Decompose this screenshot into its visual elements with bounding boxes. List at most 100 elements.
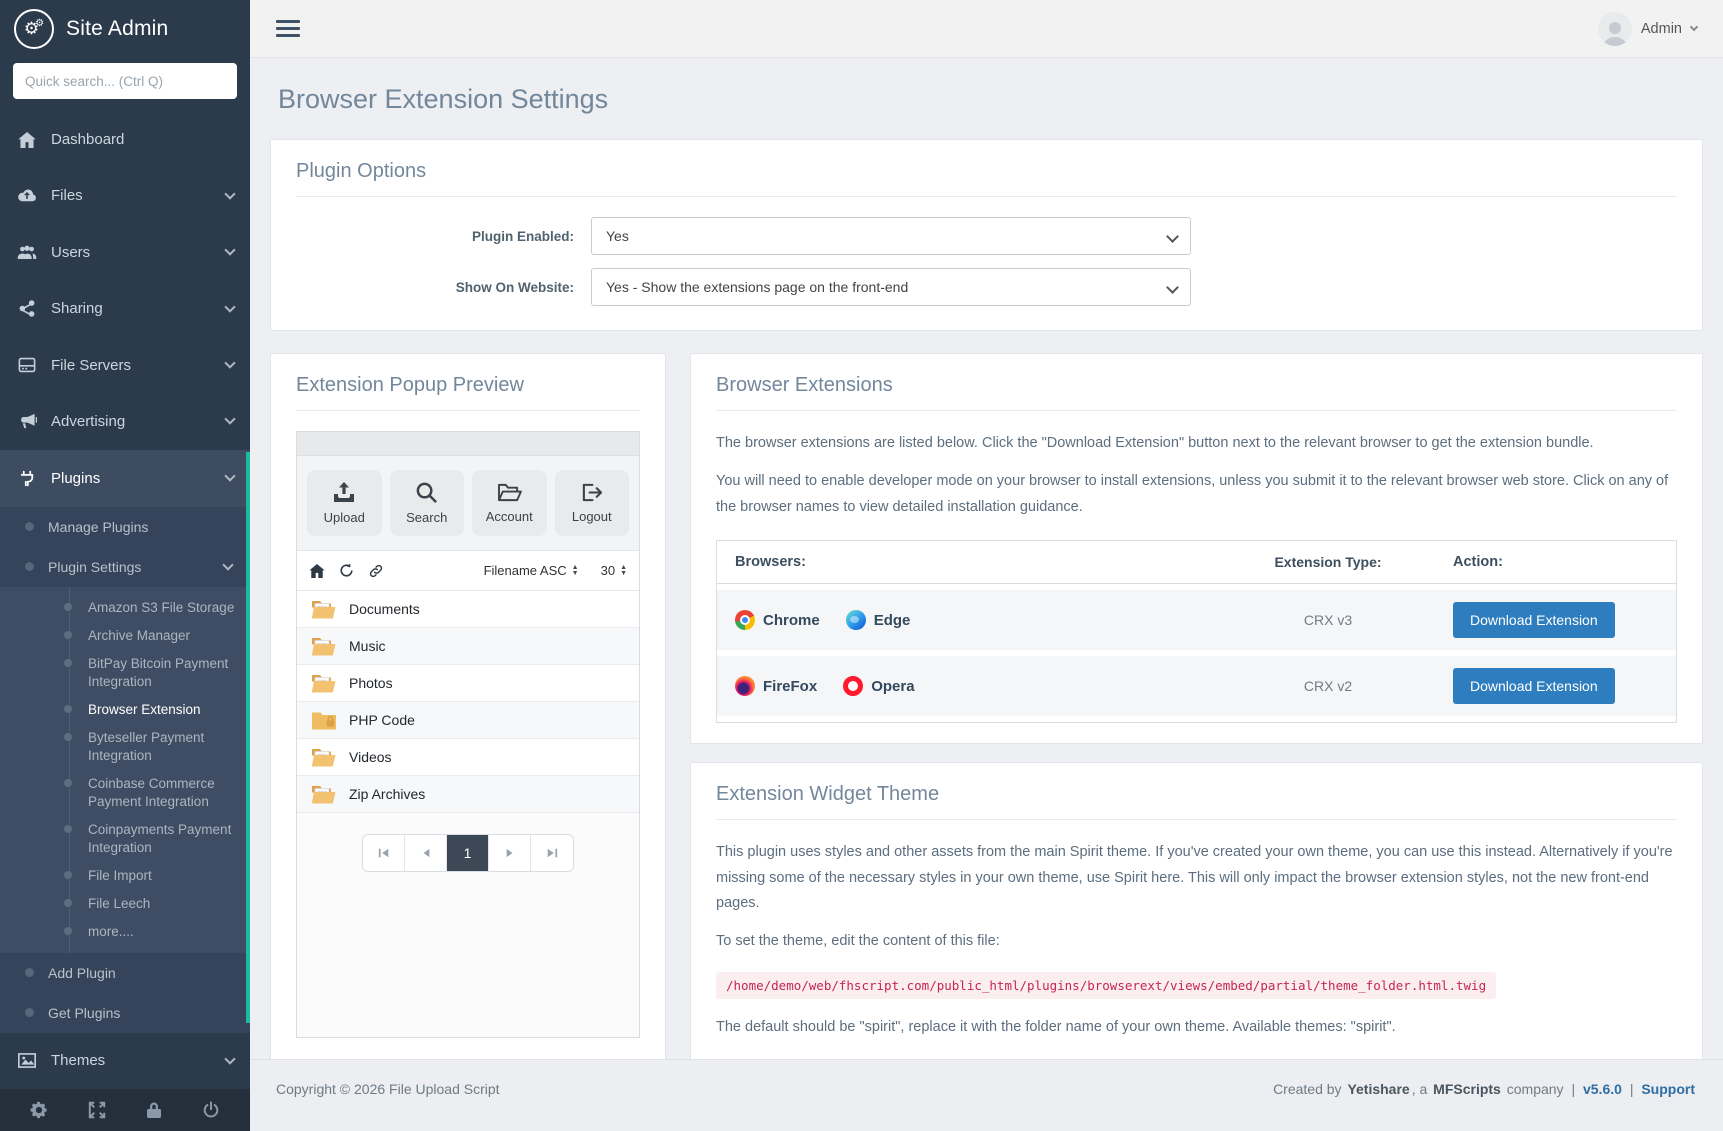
- sidebar-item-more[interactable]: more....: [0, 918, 250, 946]
- sort-arrows-icon: ▲▼: [572, 565, 579, 577]
- submenu-label: Coinpayments Payment Integration: [88, 822, 231, 855]
- version-text: v5.6.0: [1583, 1081, 1622, 1097]
- yetishare-link[interactable]: Yetishare: [1347, 1081, 1409, 1097]
- chevron-down-icon: [224, 414, 235, 425]
- sidebar-item-file-leech[interactable]: File Leech: [0, 890, 250, 918]
- show-on-website-label: Show On Website:: [296, 280, 591, 295]
- opera-icon: [843, 676, 863, 696]
- user-menu[interactable]: Admin: [1598, 12, 1697, 46]
- sidebar-item-dashboard[interactable]: Dashboard: [0, 111, 250, 167]
- chevron-down-icon: [224, 301, 235, 312]
- power-icon[interactable]: [202, 1101, 220, 1119]
- extensions-table-header: Browsers: Extension Type: Action:: [717, 541, 1676, 584]
- widget-theme-description-2: To set the theme, edit the content of th…: [716, 929, 1677, 954]
- extensions-description-2: You will need to enable developer mode o…: [716, 469, 1677, 520]
- avatar: [1598, 12, 1632, 46]
- sidebar-item-files[interactable]: Files: [0, 168, 250, 224]
- pagination-last-button[interactable]: [531, 835, 573, 871]
- sidebar-item-coinbase-commerce[interactable]: Coinbase Commerce Payment Integration: [0, 770, 250, 816]
- sidebar-item-label: Files: [51, 187, 83, 204]
- fullscreen-expand-icon[interactable]: [88, 1101, 106, 1119]
- refresh-icon[interactable]: [339, 563, 354, 578]
- sidebar-item-file-import[interactable]: File Import: [0, 862, 250, 890]
- browser-name: Chrome: [763, 612, 820, 629]
- sidebar-search: [0, 57, 250, 111]
- pagination-next-button[interactable]: [489, 835, 531, 871]
- folder-row-photos[interactable]: Photos: [297, 665, 639, 702]
- toolbar-button-label: Logout: [572, 509, 612, 524]
- plugin-enabled-select[interactable]: Yes: [591, 217, 1191, 255]
- sidebar-item-byteseller[interactable]: Byteseller Payment Integration: [0, 724, 250, 770]
- folder-open-icon: [311, 636, 337, 656]
- preview-titlebar: [297, 432, 639, 456]
- footer-credits: Created by Yetishare, a MFScripts compan…: [1271, 1081, 1697, 1097]
- sidebar-item-browser-extension[interactable]: Browser Extension: [0, 696, 250, 724]
- folder-row-music[interactable]: Music: [297, 628, 639, 665]
- folder-open-icon: [311, 599, 337, 619]
- folder-open-icon: [497, 482, 522, 503]
- sidebar-item-manage-plugins[interactable]: Manage Plugins: [0, 507, 250, 547]
- link-icon[interactable]: [368, 563, 384, 579]
- pagination-prev-button[interactable]: [405, 835, 447, 871]
- submenu-label: File Leech: [88, 896, 150, 911]
- sidebar-item-bitpay[interactable]: BitPay Bitcoin Payment Integration: [0, 650, 250, 696]
- sidebar-item-advertising[interactable]: Advertising: [0, 393, 250, 449]
- gears-logo-icon: ⚙⚙: [14, 9, 54, 49]
- toolbar-button-label: Search: [406, 510, 447, 525]
- sidebar-item-coinpayments[interactable]: Coinpayments Payment Integration: [0, 816, 250, 862]
- folder-name: Music: [349, 638, 386, 654]
- content: Browser Extension Settings Plugin Option…: [250, 58, 1723, 1059]
- folder-row-php-code[interactable]: PHP Code: [297, 702, 639, 739]
- sidebar-item-themes[interactable]: Themes: [0, 1033, 250, 1089]
- sidebar-item-plugins[interactable]: Plugins: [0, 450, 250, 507]
- pagination-page-1[interactable]: 1: [447, 835, 489, 871]
- lock-icon[interactable]: [146, 1101, 162, 1119]
- preview-toolbar: Upload Search Account: [297, 456, 639, 551]
- quick-search-input[interactable]: [13, 63, 237, 99]
- edge-link[interactable]: Edge: [846, 610, 911, 630]
- settings-gear-icon[interactable]: [30, 1101, 48, 1119]
- page-title: Browser Extension Settings: [278, 84, 1695, 115]
- users-icon: [16, 245, 38, 260]
- chrome-icon: [735, 610, 755, 630]
- folder-row-zip-archives[interactable]: Zip Archives: [297, 776, 639, 813]
- select-value: Yes: [606, 228, 629, 244]
- sidebar-item-file-servers[interactable]: File Servers: [0, 337, 250, 393]
- hamburger-menu-icon[interactable]: [276, 16, 300, 41]
- sidebar-item-get-plugins[interactable]: Get Plugins: [0, 993, 250, 1033]
- home-icon[interactable]: [309, 564, 325, 578]
- sidebar-item-archive-manager[interactable]: Archive Manager: [0, 622, 250, 650]
- mfscripts-link[interactable]: MFScripts: [1433, 1081, 1501, 1097]
- sidebar-item-plugin-settings[interactable]: Plugin Settings: [0, 547, 250, 587]
- page-size-control[interactable]: 30 ▲▼: [601, 563, 627, 578]
- toolbar-button-label: Account: [486, 509, 533, 524]
- sidebar-item-users[interactable]: Users: [0, 224, 250, 280]
- bullet-icon: [64, 825, 72, 833]
- sidebar-item-add-plugin[interactable]: Add Plugin: [0, 953, 250, 993]
- upload-button[interactable]: Upload: [307, 470, 382, 536]
- sort-label: Filename ASC: [484, 563, 567, 578]
- opera-link[interactable]: Opera: [843, 676, 914, 696]
- download-extension-button-crx2[interactable]: Download Extension: [1453, 668, 1615, 704]
- logout-button[interactable]: Logout: [555, 470, 630, 536]
- download-extension-button-crx3[interactable]: Download Extension: [1453, 602, 1615, 638]
- plug-icon: [16, 470, 38, 487]
- sort-control[interactable]: Filename ASC ▲▼: [484, 563, 579, 578]
- account-button[interactable]: Account: [472, 470, 547, 536]
- firefox-link[interactable]: FireFox: [735, 676, 817, 696]
- folder-row-videos[interactable]: Videos: [297, 739, 639, 776]
- firefox-icon: [735, 676, 755, 696]
- hard-drive-icon: [16, 357, 38, 373]
- folder-row-documents[interactable]: Documents: [297, 591, 639, 628]
- search-button[interactable]: Search: [390, 470, 465, 536]
- pagination-first-button[interactable]: [363, 835, 405, 871]
- browser-name: Edge: [874, 612, 911, 629]
- sidebar-item-sharing[interactable]: Sharing: [0, 280, 250, 336]
- sidebar-item-amazon-s3[interactable]: Amazon S3 File Storage: [0, 594, 250, 622]
- support-link[interactable]: Support: [1641, 1081, 1695, 1097]
- show-on-website-select[interactable]: Yes - Show the extensions page on the fr…: [591, 268, 1191, 306]
- plugin-enabled-label: Plugin Enabled:: [296, 229, 591, 244]
- chrome-link[interactable]: Chrome: [735, 610, 820, 630]
- bullet-icon: [64, 705, 72, 713]
- chevron-down-icon: [224, 1053, 235, 1064]
